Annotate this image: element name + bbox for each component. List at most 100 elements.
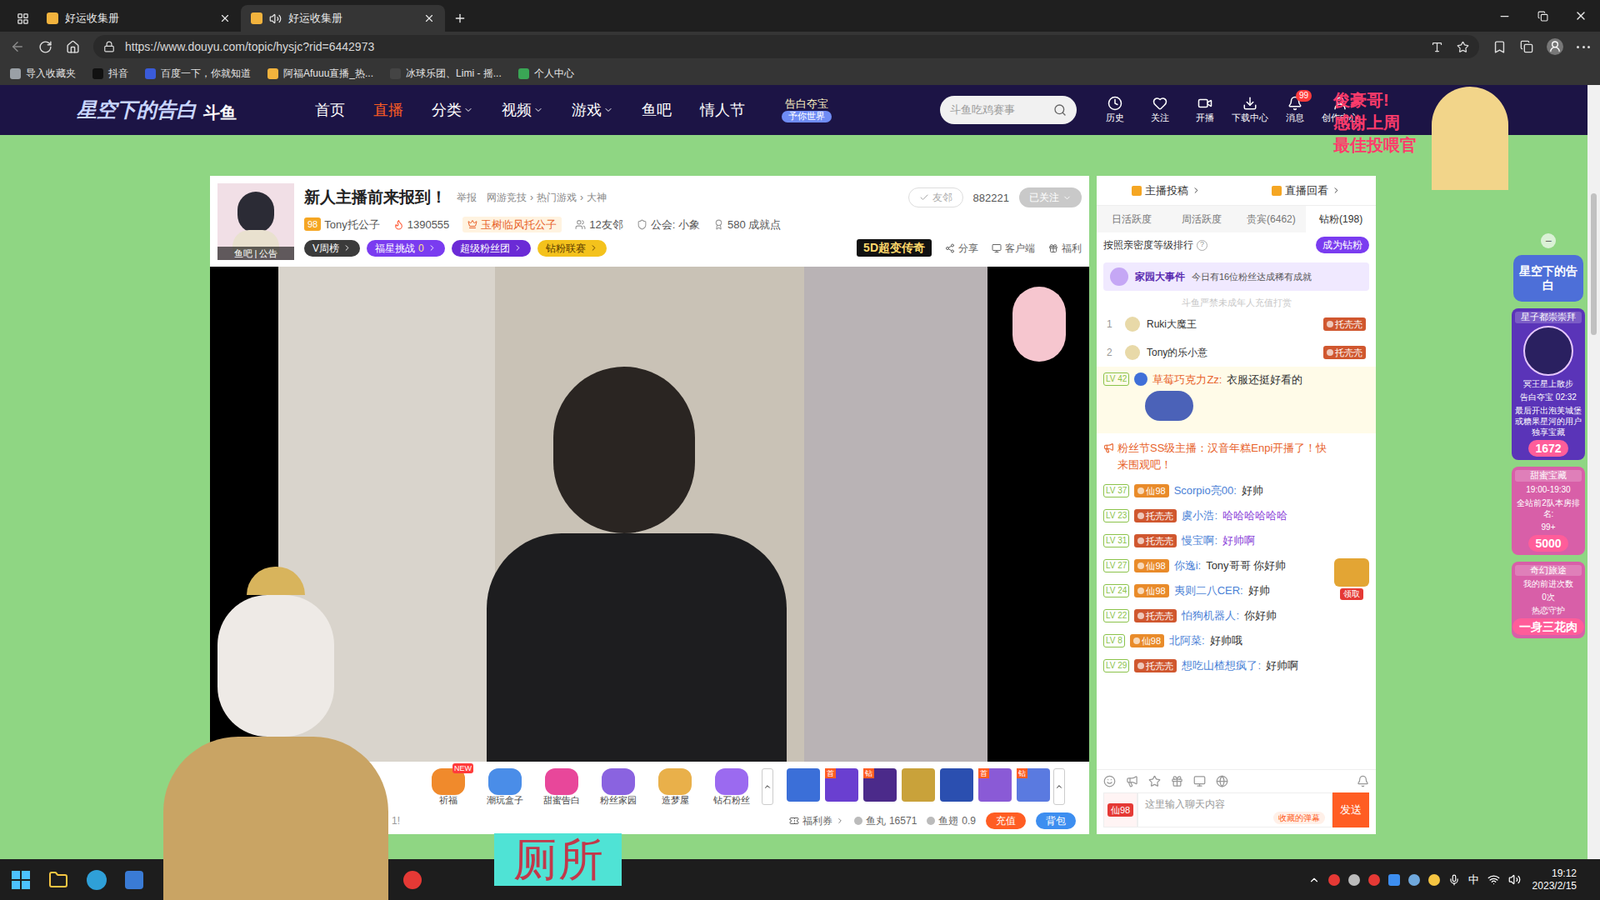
gift-icon[interactable]	[1170, 775, 1184, 788]
globe-icon[interactable]	[1215, 775, 1229, 788]
screen-icon[interactable]	[1193, 775, 1206, 788]
rank-row[interactable]: 2Tony的乐小意托壳壳	[1096, 338, 1376, 367]
nav-item[interactable]: 鱼吧	[641, 99, 672, 122]
gift-entry[interactable]: 造梦屋	[648, 768, 702, 807]
recharge-button[interactable]: 充值	[985, 812, 1026, 830]
fan-badge[interactable]: 托壳壳	[1134, 534, 1177, 548]
gift-entry[interactable]: 甜蜜告白	[535, 768, 589, 807]
treasure-chest[interactable]: 领取	[1332, 558, 1371, 600]
anchor-name[interactable]: Tony托公子	[324, 216, 380, 234]
quick-gift[interactable]: 首	[825, 768, 859, 802]
live-video[interactable]	[210, 266, 1090, 762]
header-action[interactable]: 消息99	[1278, 95, 1312, 125]
explorer-icon[interactable]	[48, 870, 69, 890]
emoji-icon[interactable]	[1103, 775, 1116, 788]
quick-gift[interactable]: 首	[978, 768, 1012, 802]
side-card[interactable]: 星子都崇崇拜冥王星上散步告白夺宝 02:32最后开出泡芙城堡或糖果星河的用户独享…	[1511, 308, 1585, 460]
site-logo[interactable]: 星空下的告白斗鱼	[76, 95, 269, 125]
chat-sub-tab[interactable]: 日活跃度	[1096, 205, 1167, 233]
side-header[interactable]: 星空下的告白	[1513, 255, 1584, 302]
chat-message[interactable]: LV 37仙98Scorpio亮00:好帅	[1103, 483, 1330, 499]
nav-item[interactable]: 视频	[501, 99, 544, 122]
room-stat[interactable]: 公会: 小象	[636, 216, 700, 234]
back-icon[interactable]	[10, 39, 25, 55]
room-pill[interactable]: 福星挑战0	[366, 240, 445, 257]
chat-message[interactable]: LV 8仙98北阿菜:好帅哦	[1103, 633, 1330, 649]
restore-icon[interactable]	[1523, 10, 1562, 22]
fan-badge[interactable]: 托壳壳	[1134, 609, 1177, 623]
store-icon[interactable]	[125, 870, 144, 890]
fan-badge[interactable]: 仙98	[1130, 634, 1165, 648]
menu-icon[interactable]	[1576, 45, 1590, 49]
gift-entry[interactable]: 祈福NEW	[421, 768, 475, 807]
favorite-icon[interactable]	[1456, 40, 1470, 54]
search-field[interactable]: 斗鱼吃鸡赛事	[940, 95, 1077, 125]
header-action[interactable]: 下载中心	[1233, 95, 1267, 125]
side-card[interactable]: 奇幻旅途我的前进次数0次热恋守护一身三花肉	[1511, 561, 1585, 640]
collections-icon[interactable]	[1520, 40, 1534, 54]
room-pill[interactable]: 钻粉联赛	[537, 240, 607, 257]
saved-danmaku-link[interactable]: 收藏的弹幕	[1273, 811, 1325, 825]
notify-icon[interactable]	[1356, 775, 1370, 788]
chat-top-tab[interactable]: 主播投稿	[1096, 182, 1237, 200]
chat-sub-tab[interactable]: 贵宾(6462)	[1236, 205, 1307, 233]
room-stat[interactable]: 12友邻	[575, 216, 623, 234]
chat-message[interactable]: LV 22托壳壳怕狗机器人:你好帅	[1103, 608, 1330, 624]
fan-badge[interactable]: 仙98	[1134, 559, 1169, 573]
welfare-link[interactable]: 福利券	[789, 813, 845, 829]
minimize-icon[interactable]	[1485, 10, 1524, 23]
fav-icon[interactable]	[1148, 775, 1161, 788]
help-icon[interactable]: ?	[1196, 240, 1208, 251]
promo-badge[interactable]: 告白夺宝予你世界	[781, 97, 832, 123]
quick-gift-expand-icon[interactable]	[1053, 768, 1065, 805]
volume-icon[interactable]	[1508, 873, 1521, 886]
tray-app-icon[interactable]	[1428, 874, 1440, 886]
bookmark-item[interactable]: 冰球乐团、Limi - 摇...	[390, 65, 502, 81]
quick-gift[interactable]: 钻	[863, 768, 897, 802]
close-window-icon[interactable]	[1561, 9, 1600, 23]
room-stat[interactable]: 580 成就点	[713, 216, 781, 234]
profile-icon[interactable]	[1546, 38, 1564, 55]
gift-entry[interactable]: 钻石粉丝	[705, 768, 759, 807]
chat-message[interactable]: LV 24仙98夷则二八CER:好帅	[1103, 583, 1330, 599]
event-banner[interactable]: 家园大事件今日有16位粉丝达成稀有成就	[1103, 262, 1370, 291]
report-link[interactable]: 举报	[456, 190, 477, 205]
tab-actions-icon[interactable]	[8, 5, 37, 32]
gift-expand-icon[interactable]	[761, 768, 774, 805]
room-pill[interactable]: V周榜	[304, 240, 360, 257]
fan-badge[interactable]: 托壳壳	[1323, 345, 1366, 360]
tray-expand-icon[interactable]	[1308, 874, 1320, 886]
chat-top-tab[interactable]: 直播回看	[1236, 182, 1377, 200]
tray-app-icon[interactable]	[1388, 874, 1400, 886]
bookmark-item[interactable]: 阿福Afuuu直播_热...	[267, 65, 374, 81]
side-card[interactable]: 甜蜜宝藏19:00-19:30全站前2队本房排名:99+5000	[1511, 466, 1585, 555]
chat-input[interactable]: 这里输入聊天内容收藏的弹幕	[1137, 792, 1333, 828]
chat-message[interactable]: LV 31托壳壳慢宝啊:好帅啊	[1103, 533, 1330, 549]
room-pill[interactable]: 超级粉丝团	[451, 240, 531, 257]
room-link[interactable]: 福利	[1048, 240, 1082, 256]
broadcast-icon[interactable]	[1125, 775, 1139, 788]
honor-badge[interactable]: 玉树临风托公子	[462, 216, 562, 234]
become-diamond-button[interactable]: 成为钻粉	[1315, 236, 1370, 254]
network-icon[interactable]	[1487, 873, 1500, 886]
rank-row[interactable]: 1Ruki大魔王托壳壳	[1096, 310, 1376, 339]
anchor-avatar[interactable]: 鱼吧 | 公告	[217, 183, 295, 260]
input-language[interactable]: 中	[1468, 871, 1480, 889]
edge-icon[interactable]	[86, 870, 107, 890]
avatar-label[interactable]: 鱼吧 | 公告	[217, 246, 295, 260]
tray-app-icon[interactable]	[1328, 874, 1340, 886]
header-action[interactable]: 关注	[1143, 95, 1177, 125]
tray-app-icon[interactable]	[1348, 874, 1360, 886]
url-field[interactable]: https://www.douyu.com/topic/hysjc?rid=64…	[93, 35, 1480, 59]
gift-entry[interactable]: 潮玩盒子	[478, 768, 532, 807]
quick-gift[interactable]	[786, 768, 820, 802]
quick-gift[interactable]	[940, 768, 974, 802]
room-link[interactable]: 客户端	[991, 240, 1035, 256]
quick-gift[interactable]: 钻	[1016, 768, 1050, 802]
room-category[interactable]: 网游竞技›热门游戏›大神	[486, 190, 607, 205]
close-tab-icon[interactable]	[423, 12, 435, 25]
chat-sub-tab[interactable]: 周活跃度	[1166, 205, 1237, 233]
read-aloud-icon[interactable]	[1430, 40, 1444, 54]
header-action[interactable]: 开播	[1188, 95, 1222, 125]
audio-icon[interactable]	[269, 12, 282, 25]
